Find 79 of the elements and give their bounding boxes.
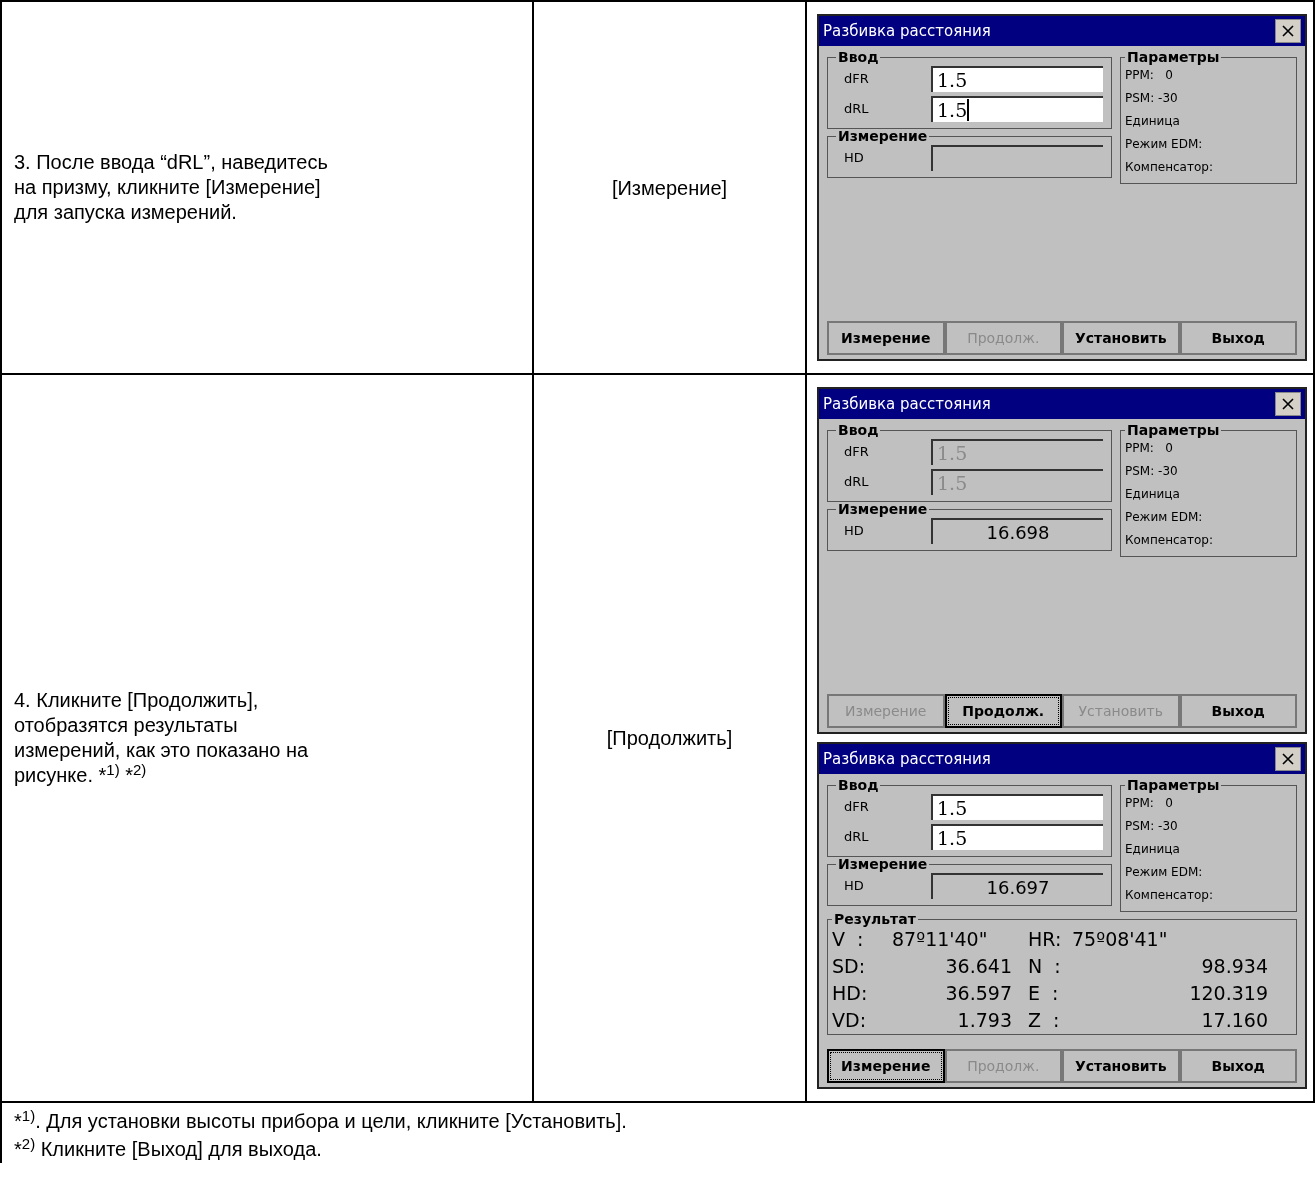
field-label: dRL <box>843 473 870 492</box>
key-label: [Продолжить] <box>606 726 733 751</box>
group-title: Параметры <box>1126 50 1221 64</box>
window-title: Разбивка расстояния <box>823 393 991 415</box>
parameter-text: Компенсатор: <box>1125 887 1214 904</box>
input-field[interactable]: 1.5 <box>931 824 1103 850</box>
parameter-text: PSM: -30 <box>1125 818 1179 835</box>
group-title: Ввод <box>837 778 880 792</box>
softkey-button[interactable]: Измерение <box>827 321 945 355</box>
field-label: HD <box>843 522 865 541</box>
group-title: Измерение <box>837 129 929 143</box>
parameter-text: Единица <box>1125 841 1181 858</box>
softkey-button[interactable]: Продолж. <box>944 694 1062 728</box>
result-value: 17.160 <box>1200 1008 1268 1033</box>
parameter-text: PPM: 0 <box>1125 440 1174 457</box>
group-title: Измерение <box>837 502 929 516</box>
parameter-text: PSM: -30 <box>1125 463 1179 480</box>
result-label: N : <box>1027 954 1062 979</box>
field-label: HD <box>843 149 865 168</box>
softkey-button[interactable]: Измерение <box>827 1049 945 1083</box>
parameter-text: Компенсатор: <box>1125 159 1214 176</box>
result-value: 36.597 <box>944 981 1012 1006</box>
softkey-button[interactable]: Выход <box>1179 694 1297 728</box>
window-title: Разбивка расстояния <box>823 20 991 42</box>
parameter-text: PPM: 0 <box>1125 67 1174 84</box>
field-label: dFR <box>843 70 870 89</box>
result-value: 120.319 <box>1188 981 1268 1006</box>
close-icon <box>1282 753 1294 765</box>
field-label: dFR <box>843 798 870 817</box>
field-label: dRL <box>843 100 870 119</box>
step-text: 3. После ввода “dRL”, наведитесь на призму, кликните [Измерение] для запуска измерений. <box>14 150 329 225</box>
result-value: 1.793 <box>956 1008 1012 1033</box>
result-label: HR: <box>1027 927 1063 952</box>
close-button[interactable] <box>1275 19 1301 43</box>
close-button[interactable] <box>1275 747 1301 771</box>
parameter-text: Режим EDM: <box>1125 864 1204 881</box>
softkey-button[interactable]: Выход <box>1179 321 1297 355</box>
parameter-text: Режим EDM: <box>1125 136 1204 153</box>
parameter-text: Единица <box>1125 486 1181 503</box>
value-field: 16.698 <box>931 518 1103 544</box>
group-title: Параметры <box>1126 778 1221 792</box>
result-value: 98.934 <box>1200 954 1268 979</box>
field-label: HD <box>843 877 865 896</box>
input-field[interactable]: 1.5 <box>931 794 1103 820</box>
result-value: 36.641 <box>944 954 1012 979</box>
footnote-text: *$^{1)}$. Для установки высоты прибора и цели, кликните [Установить]. <box>14 1107 628 1134</box>
softkey-button[interactable]: Установить <box>1062 1049 1180 1083</box>
input-field[interactable]: 1.5 <box>931 96 1103 122</box>
group-title: Результат <box>833 912 917 926</box>
group-title: Ввод <box>837 50 880 64</box>
result-label: SD: <box>832 954 867 979</box>
footnote-text: *$^{2)}$ Кликните [Выход] для выхода. <box>14 1135 323 1162</box>
result-label: VD: <box>832 1008 868 1033</box>
softkey-button[interactable]: Выход <box>1179 1049 1297 1083</box>
result-value: 87º11'40" <box>892 927 989 952</box>
close-icon <box>1282 398 1294 410</box>
group-title: Ввод <box>837 423 880 437</box>
result-label: Z : <box>1027 1008 1061 1033</box>
close-button[interactable] <box>1275 392 1301 416</box>
close-icon <box>1282 25 1294 37</box>
field-label: dFR <box>843 443 870 462</box>
result-label: V : <box>832 927 865 952</box>
result-label: HD: <box>832 981 869 1006</box>
parameter-text: PPM: 0 <box>1125 795 1174 812</box>
window-title: Разбивка расстояния <box>823 748 991 770</box>
result-label: E : <box>1027 981 1060 1006</box>
parameter-text: Режим EDM: <box>1125 509 1204 526</box>
parameter-text: Единица <box>1125 113 1181 130</box>
result-value: 75º08'41" <box>1072 927 1169 952</box>
field-label: dRL <box>843 828 870 847</box>
value-field: 16.697 <box>931 873 1103 899</box>
key-label: [Измерение] <box>611 175 728 201</box>
parameter-text: Компенсатор: <box>1125 532 1214 549</box>
step-text: 4. Кликните [Продолжить], отобразятся результаты измерений, как это показано на рисунке. *$^{1)}$ *$^{2)}$ <box>14 688 310 788</box>
softkey-button[interactable]: Установить <box>1062 321 1180 355</box>
group-title: Параметры <box>1126 423 1221 437</box>
input-field[interactable]: 1.5 <box>931 66 1103 92</box>
group-title: Измерение <box>837 857 929 871</box>
parameter-text: PSM: -30 <box>1125 90 1179 107</box>
